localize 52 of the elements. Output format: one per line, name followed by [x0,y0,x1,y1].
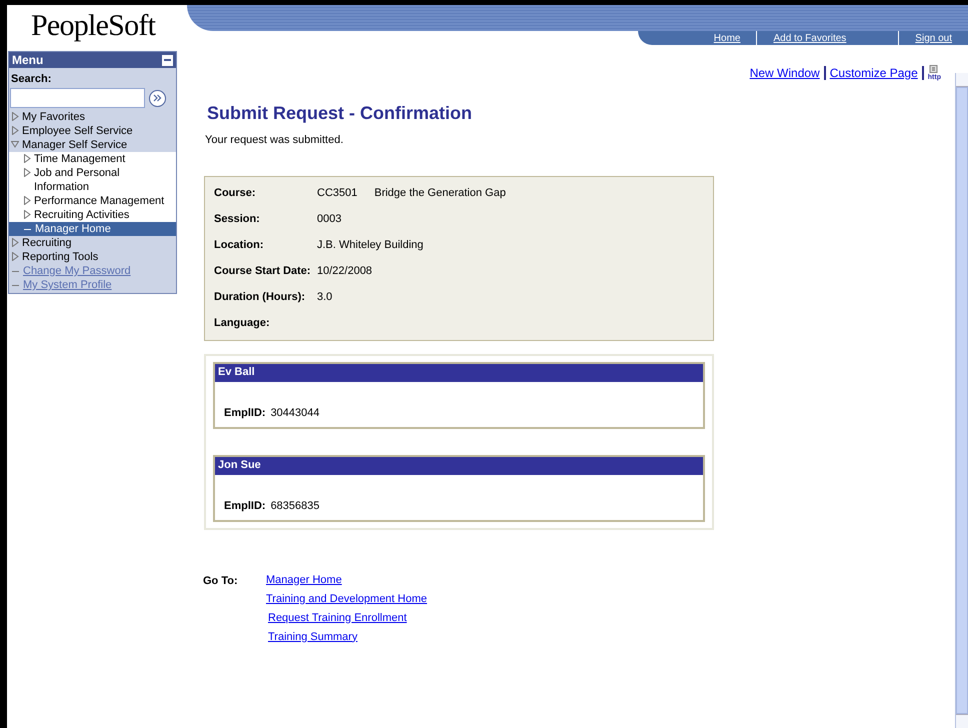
dash-icon [12,285,19,286]
confirmation-message: Your request was submitted. [205,133,344,148]
menu-item[interactable]: Performance Management [9,194,176,208]
goto-link[interactable]: Request Training Enrollment [268,610,407,624]
menu-item[interactable]: Manager Home [9,222,176,236]
emplid-value: 30443044 [270,406,320,420]
header-link[interactable]: Add to Favorites [756,30,898,46]
employee-name-bar: Ev Ball [215,364,703,382]
detail-label: Location: [214,238,264,253]
search-go-button[interactable] [149,90,166,106]
expanded-triangle-icon [11,140,19,149]
detail-value: CC3501 [317,186,358,201]
emplid-label: EmplID: [224,498,266,514]
search-field[interactable] [10,88,145,108]
detail-value: 3.0 [317,290,332,305]
goto-label: Go To: [203,574,239,588]
menu-item[interactable]: Manager Self Service [9,138,176,152]
detail-label: Course Start Date: [214,264,312,279]
collapse-button[interactable] [162,54,173,66]
goto-link[interactable]: Manager Home [266,572,342,586]
menu-item[interactable]: Job and Personal Information [9,166,176,194]
goto-link[interactable]: Training and Development Home [266,592,428,606]
peoplesoft-logo: PeopleSoft [30,8,157,44]
detail-value: 0003 [317,212,342,227]
employee-name-bar: Jon Sue [215,456,703,474]
dash-icon [12,271,19,272]
detail-label: Language: [214,316,271,331]
emplid-label: EmplID: [224,406,266,420]
page-title: Submit Request - Confirmation [207,102,472,124]
header-link[interactable]: Sign out [898,30,968,46]
detail-value: Bridge the Generation Gap [374,186,506,201]
menu-item[interactable]: My Favorites [9,110,176,124]
page-link[interactable]: Customize Page [830,64,918,82]
menu-item[interactable]: Recruiting [9,236,176,250]
menu-item[interactable]: Reporting Tools [9,250,176,264]
menu-item[interactable]: Time Management [9,152,176,166]
header-link[interactable]: Home [698,30,756,46]
goto-link[interactable]: Training Summary [268,630,358,644]
detail-label: Session: [214,212,261,227]
menu-item[interactable]: Recruiting Activities [9,208,176,222]
dash-icon [24,229,31,230]
page-link[interactable]: New Window [750,64,820,82]
vertical-scrollbar[interactable] [955,73,968,728]
double-chevron-icon [153,94,162,102]
menu-item[interactable]: Employee Self Service [9,124,176,138]
emplid-value: 68356835 [270,498,320,514]
detail-label: Duration (Hours): [214,290,306,305]
menu-title: Menu [12,52,44,69]
detail-label: Course: [214,186,257,201]
detail-value: 10/22/2008 [317,264,372,279]
search-label: Search: [10,72,52,86]
detail-value: J.B. Whiteley Building [317,238,424,253]
